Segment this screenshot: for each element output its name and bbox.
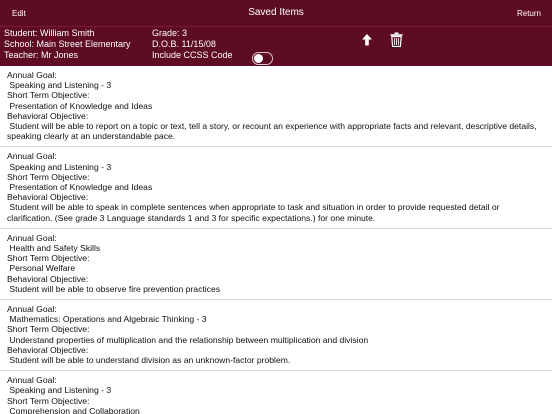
item-text: Speaking and Listening - 3 <box>7 385 112 396</box>
item-text: Student will be able to speak in complet… <box>7 202 502 223</box>
item-text: Speaking and Listening - 3 <box>7 80 112 91</box>
item-text: Short Term Objective: <box>7 171 90 182</box>
item-text: Understand properties of multiplication … <box>7 334 369 345</box>
page-title: Saved Items <box>248 7 304 18</box>
item-text: Presentation of Knowledge and Ideas <box>7 100 153 111</box>
student-grade-details: Grade: 3 D.O.B. 11/15/08 Include CCSS Co… <box>152 28 233 61</box>
item-text: Short Term Objective: <box>7 395 90 406</box>
item-text: Personal Welfare <box>7 263 76 274</box>
item-text: Short Term Objective: <box>7 90 90 101</box>
item-text: Annual Goal: <box>7 232 57 243</box>
item-text: Behavioral Objective: <box>7 192 89 203</box>
list-item[interactable]: Annual Goal: Speaking and Listening - 3 … <box>0 147 552 229</box>
ccss-code-toggle[interactable] <box>252 52 273 65</box>
list-item[interactable]: Annual Goal: Speaking and Listening - 3 … <box>0 66 552 148</box>
item-text: Mathematics: Operations and Algebraic Th… <box>7 314 207 325</box>
ccss-toggle-label: Include CCSS Code <box>152 50 233 60</box>
item-text: Behavioral Objective: <box>7 344 89 355</box>
student-name: Student: William Smith <box>4 28 95 38</box>
item-text: Comprehension and Collaboration <box>7 405 140 414</box>
item-text: Student will be able to understand divis… <box>7 355 291 366</box>
item-text: Speaking and Listening - 3 <box>7 161 112 172</box>
item-text: Annual Goal: <box>7 375 57 386</box>
student-info-header: Student: William Smith School: Main Stre… <box>0 27 552 66</box>
item-text: Behavioral Objective: <box>7 273 89 284</box>
teacher-name: Teacher: Mr Jones <box>4 50 79 60</box>
upload-arrow-icon[interactable] <box>360 33 374 47</box>
item-text: Student will be able to report on a topi… <box>7 121 539 142</box>
item-text: Annual Goal: <box>7 151 57 162</box>
navigation-bar: Edit Saved Items Return <box>0 0 552 27</box>
item-text: Behavioral Objective: <box>7 110 89 121</box>
saved-items-list: Annual Goal: Speaking and Listening - 3 … <box>0 66 552 414</box>
trash-icon[interactable] <box>390 32 403 48</box>
item-text: Student will be able to observe fire pre… <box>7 283 221 294</box>
item-text: Short Term Objective: <box>7 253 90 264</box>
list-item[interactable]: Annual Goal: Health and Safety Skills Sh… <box>0 229 552 301</box>
list-item[interactable]: Annual Goal: Speaking and Listening - 3 … <box>0 371 552 414</box>
dob-label: D.O.B. 11/15/08 <box>152 39 216 49</box>
grade-label: Grade: 3 <box>152 28 188 38</box>
return-button[interactable]: Return <box>517 9 541 18</box>
item-text: Presentation of Knowledge and Ideas <box>7 182 153 193</box>
item-text: Annual Goal: <box>7 70 57 80</box>
item-text: Annual Goal: <box>7 304 57 315</box>
list-item[interactable]: Annual Goal: Mathematics: Operations and… <box>0 300 552 372</box>
student-details: Student: William Smith School: Main Stre… <box>4 28 131 61</box>
toggle-knob <box>254 54 263 63</box>
item-text: Health and Safety Skills <box>7 243 101 254</box>
item-text: Short Term Objective: <box>7 324 90 335</box>
school-name: School: Main Street Elementary <box>4 39 131 49</box>
